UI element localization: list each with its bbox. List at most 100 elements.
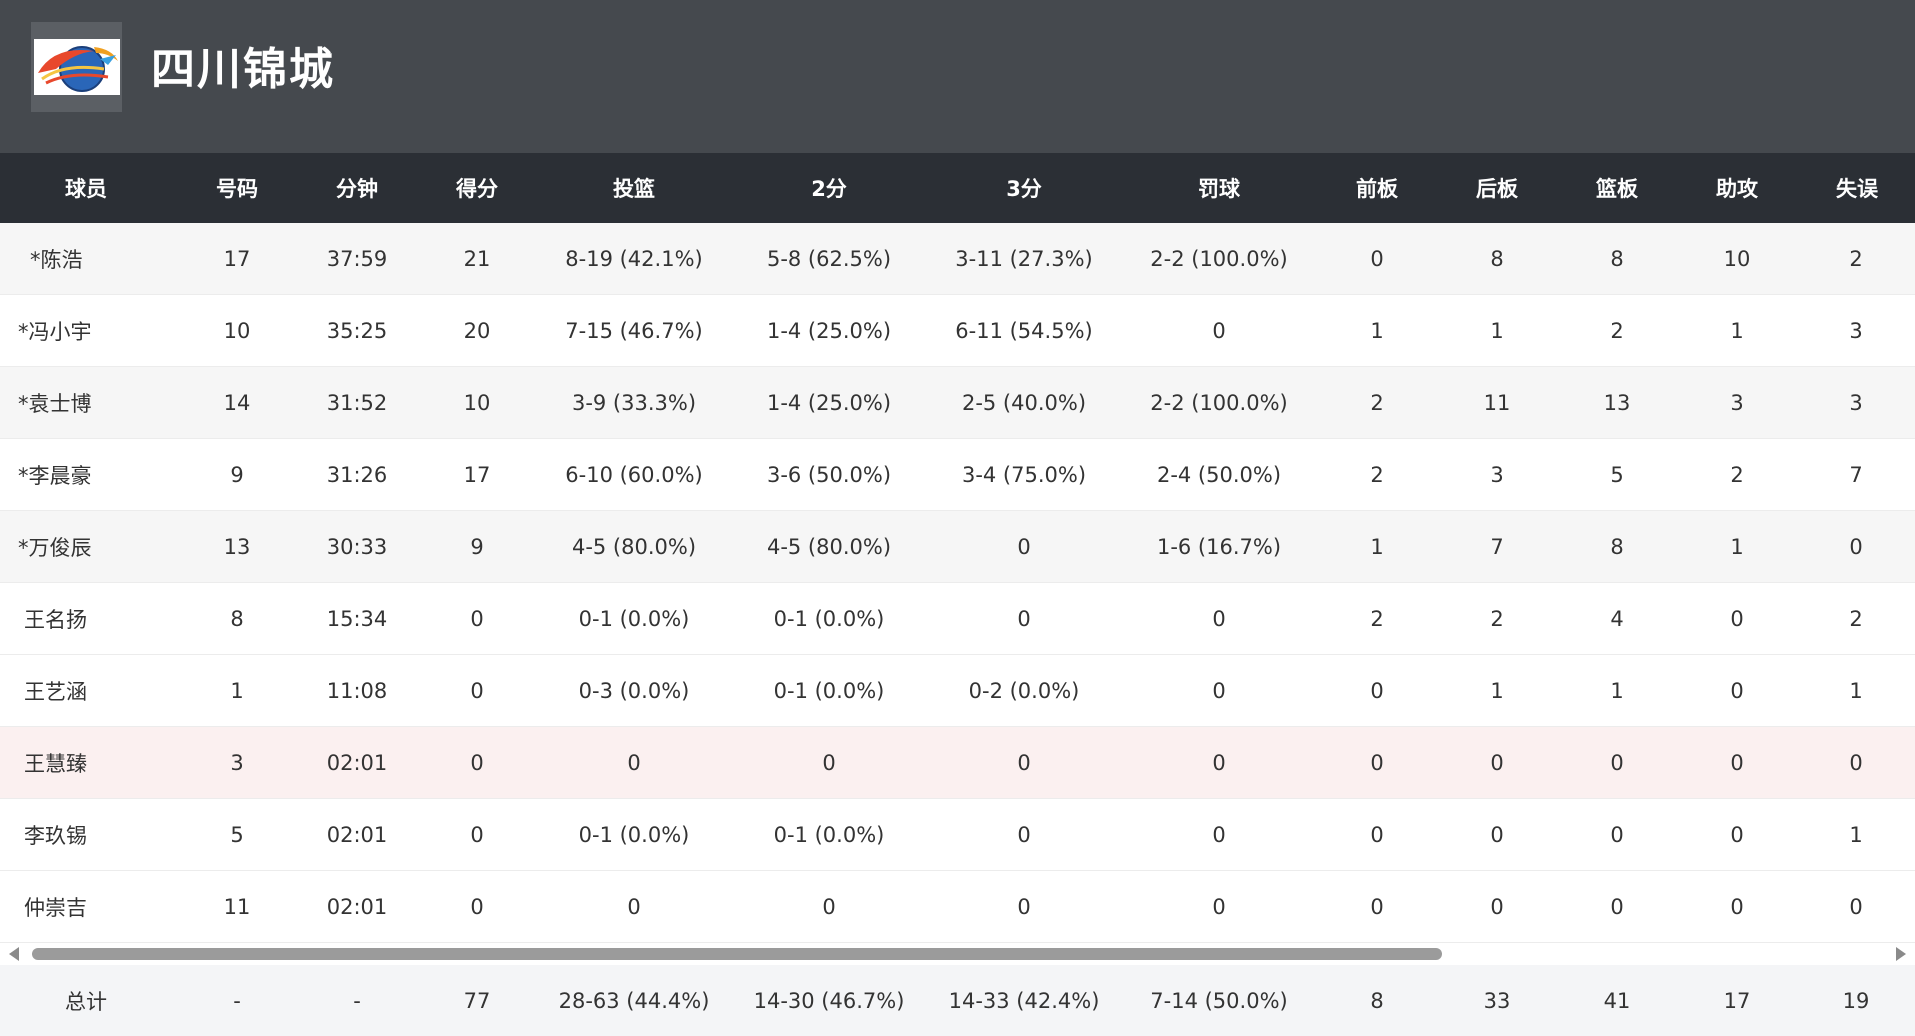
player-turnovers: 0 [1849,894,1863,919]
player-assists: 0 [1730,750,1744,775]
player-two-pointers: 0 [822,894,836,919]
player-three-pointers: 0 [1017,750,1031,775]
player-rebounds: 0 [1610,750,1624,775]
totals-points: 77 [463,988,491,1013]
table-row: *李晨豪 9 31:26 17 6-10 (60.0%) 3-6 (50.0%)… [0,439,1915,511]
player-free-throws: 2-2 (100.0%) [1150,390,1288,415]
column-header-defensive-rebounds[interactable]: 后板 [1437,153,1557,223]
player-table-body: *陈浩 17 37:59 21 8-19 (42.1%) 5-8 (62.5%)… [0,223,1915,943]
scroll-right-arrow-icon[interactable] [1896,947,1906,961]
player-name[interactable]: 仲崇吉 [24,871,174,942]
player-name[interactable]: *陈浩 [30,223,170,294]
player-number: 14 [223,390,251,415]
player-free-throws: 2-2 (100.0%) [1150,246,1288,271]
player-points: 21 [463,246,491,271]
totals-three-pointers: 14-33 (42.4%) [948,988,1100,1013]
scrollbar-thumb[interactable] [32,948,1442,960]
column-header-offensive-rebounds[interactable]: 前板 [1317,153,1437,223]
team-logo-icon [33,39,120,95]
totals-number: - [233,988,241,1013]
player-points: 0 [470,606,484,631]
scroll-left-arrow-icon[interactable] [9,947,19,961]
player-field-goals: 8-19 (42.1%) [565,246,703,271]
player-rebounds: 8 [1610,534,1624,559]
player-name[interactable]: 王慧臻 [24,727,174,798]
column-header-three-pointers[interactable]: 3分 [944,153,1104,223]
column-header-free-throws[interactable]: 罚球 [1139,153,1299,223]
player-assists: 1 [1730,318,1744,343]
player-defensive-rebounds: 11 [1483,390,1511,415]
player-offensive-rebounds: 2 [1370,390,1384,415]
column-header-turnovers[interactable]: 失误 [1797,153,1915,223]
player-defensive-rebounds: 0 [1490,822,1504,847]
table-row: *陈浩 17 37:59 21 8-19 (42.1%) 5-8 (62.5%)… [0,223,1915,295]
player-points: 0 [470,750,484,775]
column-header-player[interactable]: 球员 [26,153,146,223]
player-assists: 0 [1730,678,1744,703]
player-number: 3 [230,750,244,775]
totals-row: 总计 - - 77 28-63 (44.4%) 14-30 (46.7%) 14… [0,965,1915,1036]
player-number: 13 [223,534,251,559]
table-row: 王名扬 8 15:34 0 0-1 (0.0%) 0-1 (0.0%) 0 0 … [0,583,1915,655]
player-minutes: 15:34 [326,606,388,631]
horizontal-scrollbar[interactable] [0,943,1915,965]
player-free-throws: 1-6 (16.7%) [1156,534,1282,559]
table-row: 仲崇吉 11 02:01 0 0 0 0 0 0 0 0 0 0 [0,871,1915,943]
player-minutes: 31:26 [326,462,388,487]
player-points: 10 [463,390,491,415]
player-assists: 10 [1723,246,1751,271]
totals-defensive-rebounds: 33 [1483,988,1511,1013]
player-number: 10 [223,318,251,343]
column-header-field-goals[interactable]: 投篮 [554,153,714,223]
totals-free-throws: 7-14 (50.0%) [1150,988,1288,1013]
player-defensive-rebounds: 1 [1490,678,1504,703]
player-name[interactable]: *万俊辰 [18,511,168,582]
totals-offensive-rebounds: 8 [1370,988,1384,1013]
player-three-pointers: 0 [1017,606,1031,631]
player-minutes: 11:08 [326,678,388,703]
player-field-goals: 7-15 (46.7%) [565,318,703,343]
column-header-two-pointers[interactable]: 2分 [749,153,909,223]
player-three-pointers: 2-5 (40.0%) [961,390,1087,415]
player-name[interactable]: 王名扬 [24,583,174,654]
column-header-minutes[interactable]: 分钟 [297,153,417,223]
player-rebounds: 4 [1610,606,1624,631]
player-rebounds: 1 [1610,678,1624,703]
player-name[interactable]: 李玖锡 [24,799,174,870]
player-defensive-rebounds: 7 [1490,534,1504,559]
player-three-pointers: 0-2 (0.0%) [968,678,1080,703]
player-number: 9 [230,462,244,487]
player-name[interactable]: *袁士博 [18,367,168,438]
player-defensive-rebounds: 1 [1490,318,1504,343]
player-points: 9 [470,534,484,559]
player-offensive-rebounds: 0 [1370,246,1384,271]
player-free-throws: 2-4 (50.0%) [1156,462,1282,487]
column-header-number[interactable]: 号码 [177,153,297,223]
player-two-pointers: 0 [822,750,836,775]
column-header-rebounds[interactable]: 篮板 [1557,153,1677,223]
player-turnovers: 2 [1849,606,1863,631]
player-turnovers: 3 [1849,318,1863,343]
column-header-points[interactable]: 得分 [417,153,537,223]
player-minutes: 37:59 [326,246,388,271]
player-field-goals: 0 [627,750,641,775]
player-two-pointers: 1-4 (25.0%) [766,318,892,343]
player-rebounds: 0 [1610,894,1624,919]
player-three-pointers: 3-4 (75.0%) [961,462,1087,487]
player-field-goals: 0-1 (0.0%) [578,606,690,631]
player-field-goals: 0-3 (0.0%) [578,678,690,703]
column-header-assists[interactable]: 助攻 [1677,153,1797,223]
player-name[interactable]: 王艺涵 [24,655,174,726]
player-name[interactable]: *李晨豪 [18,439,168,510]
player-field-goals: 3-9 (33.3%) [571,390,697,415]
player-minutes: 02:01 [326,822,388,847]
totals-rebounds: 41 [1603,988,1631,1013]
player-number: 5 [230,822,244,847]
player-two-pointers: 4-5 (80.0%) [766,534,892,559]
player-name[interactable]: *冯小宇 [18,295,168,366]
column-header-row: 球员 号码 分钟 得分 投篮 2分 3分 罚球 前板 后板 篮板 助攻 失误 [0,153,1915,223]
player-points: 0 [470,894,484,919]
player-free-throws: 0 [1212,318,1226,343]
player-field-goals: 6-10 (60.0%) [565,462,703,487]
player-minutes: 35:25 [326,318,388,343]
